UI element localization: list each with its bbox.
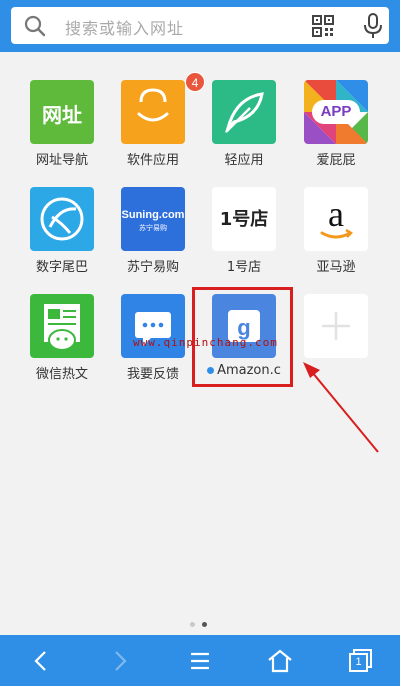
suning-logo-text: Suning.com: [121, 209, 185, 221]
amazon-logo-icon: a: [304, 187, 368, 251]
forward-icon[interactable]: [107, 648, 133, 674]
tile-digital-tail[interactable]: 数字尾巴: [16, 187, 108, 287]
url-nav-icon: 网址: [30, 80, 94, 144]
search-icon: [24, 15, 46, 37]
tile-label: 爱屁屁: [316, 153, 356, 168]
top-bar: 搜索或输入网址: [0, 0, 400, 52]
tile-software-apps[interactable]: 4 软件应用: [107, 72, 205, 180]
tile-label: 我要反馈: [126, 367, 179, 382]
tile-label: 亚马逊: [316, 260, 356, 275]
tile-aipipi[interactable]: APP 爱屁屁: [290, 80, 382, 180]
tabs-count: 1: [355, 656, 362, 668]
microphone-icon[interactable]: [363, 13, 383, 39]
bottom-navigation: 1: [0, 635, 400, 686]
tile-label: 轻应用: [224, 153, 264, 168]
tile-amazon[interactable]: a 亚马逊: [290, 187, 382, 287]
page-dot: [190, 622, 195, 627]
yhd-logo-text: 1号店: [219, 209, 269, 230]
qr-code-icon[interactable]: [312, 15, 334, 37]
shopping-bag-icon: 4: [121, 72, 205, 144]
digital-tail-icon: [30, 187, 94, 251]
tabs-button[interactable]: 1: [347, 648, 373, 674]
yhd-logo-icon: 1号店: [212, 187, 276, 251]
tile-label: 网址导航: [35, 153, 88, 168]
suning-logo-subtext: 苏宁易购: [139, 224, 167, 232]
tile-label: 苏宁易购: [126, 260, 179, 275]
feather-icon: [212, 80, 276, 144]
back-icon[interactable]: [28, 648, 54, 674]
watermark-text: www.qinpinchang.com: [133, 336, 278, 349]
tile-suning[interactable]: Suning.com 苏宁易购 苏宁易购: [107, 187, 199, 287]
home-icon[interactable]: [267, 648, 293, 674]
tile-yhd[interactable]: 1号店 1号店: [198, 187, 290, 287]
url-nav-icon-text: 网址: [42, 103, 82, 127]
plus-icon: [304, 294, 368, 358]
tile-url-nav[interactable]: 网址 网址导航: [16, 80, 108, 180]
search-box[interactable]: 搜索或输入网址: [11, 7, 389, 44]
suning-logo-icon: Suning.com 苏宁易购: [121, 187, 185, 251]
search-input[interactable]: 搜索或输入网址: [65, 15, 184, 39]
tile-label: 微信热文: [35, 367, 88, 382]
tile-wechat-articles[interactable]: 微信热文: [16, 294, 108, 394]
tile-label: 数字尾巴: [35, 260, 88, 275]
page-dot-active: [202, 622, 207, 627]
tile-label: 1号店: [226, 260, 262, 275]
app-icon: APP: [304, 80, 368, 144]
tile-label: 软件应用: [126, 153, 179, 168]
add-tile-button[interactable]: [290, 294, 382, 394]
tile-light-app[interactable]: 轻应用: [198, 80, 290, 180]
app-icon-text: APP: [320, 103, 352, 120]
wechat-articles-icon: [30, 294, 94, 358]
menu-icon[interactable]: [187, 648, 213, 674]
